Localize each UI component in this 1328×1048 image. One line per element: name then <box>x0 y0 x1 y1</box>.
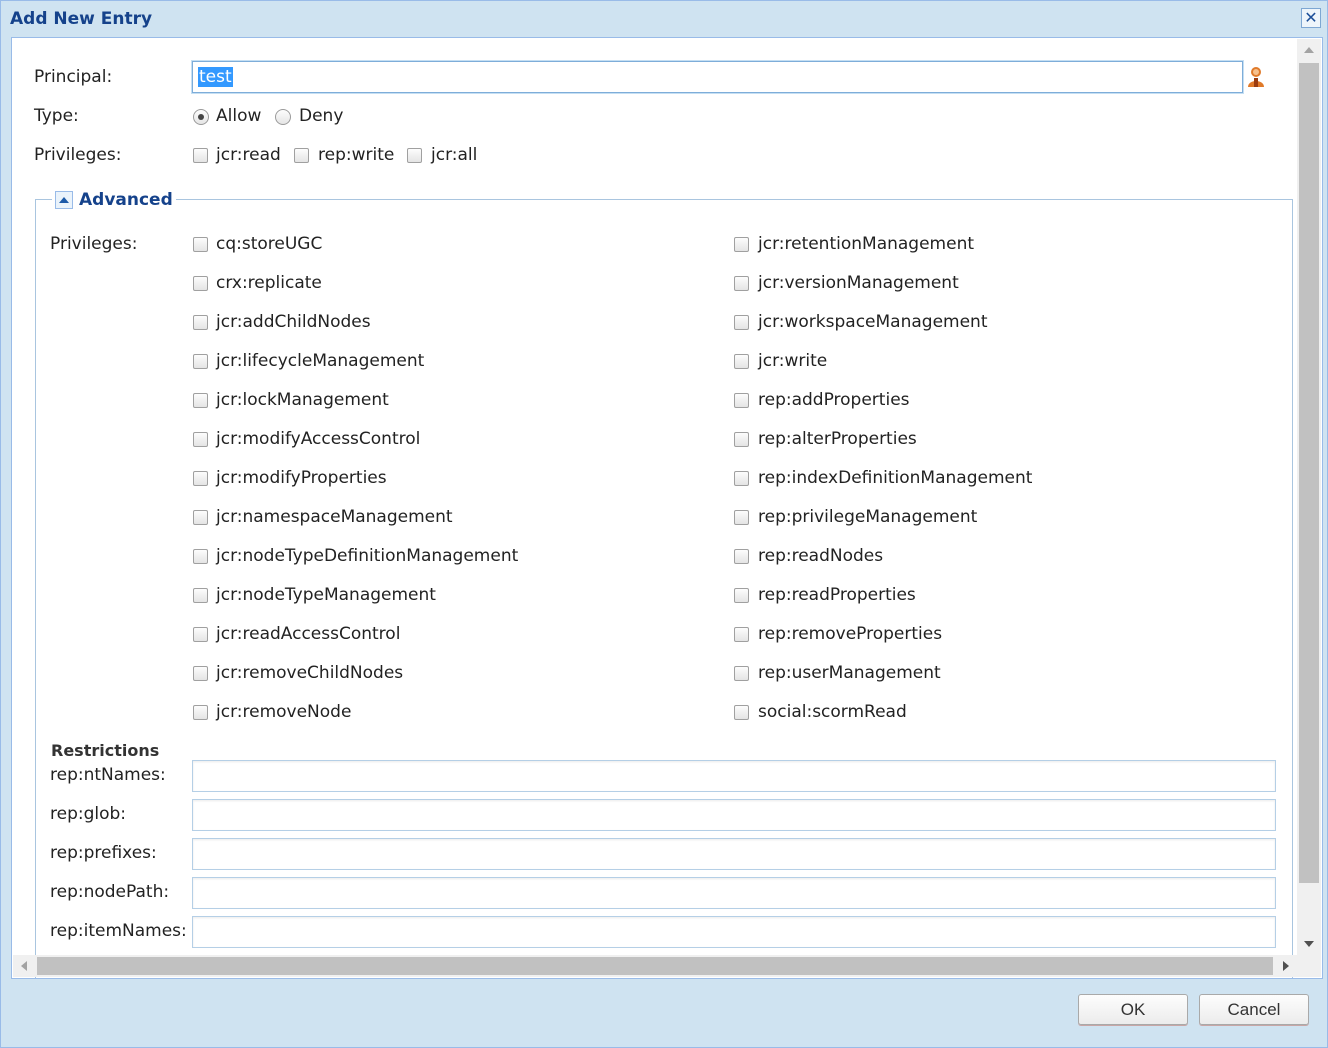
privilege-checkbox[interactable] <box>193 432 208 447</box>
privilege-checkbox[interactable] <box>734 588 749 603</box>
jcr-all-label[interactable]: jcr:all <box>431 145 477 165</box>
advanced-legend: Advanced <box>52 189 176 211</box>
principal-value: test <box>198 67 233 87</box>
privilege-checkbox[interactable] <box>734 510 749 525</box>
deny-label[interactable]: Deny <box>299 106 343 126</box>
dialog-body: Principal: test Type: Allow Deny Privile… <box>11 37 1323 979</box>
glob-input[interactable] <box>192 799 1276 831</box>
ok-button[interactable]: OK <box>1078 994 1188 1025</box>
rep-write-label[interactable]: rep:write <box>318 145 394 165</box>
privilege-label[interactable]: social:scormRead <box>758 702 907 722</box>
dialog-title: Add New Entry <box>10 9 153 29</box>
restrictions-title: Restrictions <box>51 741 160 760</box>
privilege-label[interactable]: rep:alterProperties <box>758 429 917 449</box>
privilege-checkbox[interactable] <box>734 393 749 408</box>
cancel-button[interactable]: Cancel <box>1199 994 1309 1025</box>
privilege-label[interactable]: jcr:retentionManagement <box>758 234 974 254</box>
privilege-checkbox[interactable] <box>734 276 749 291</box>
privilege-label[interactable]: crx:replicate <box>216 273 322 293</box>
vertical-scroll-thumb[interactable] <box>1299 63 1319 883</box>
scroll-right-icon[interactable] <box>1283 961 1289 971</box>
privilege-checkbox[interactable] <box>193 354 208 369</box>
privilege-checkbox[interactable] <box>193 393 208 408</box>
node-path-input[interactable] <box>192 877 1276 909</box>
privilege-label[interactable]: rep:addProperties <box>758 390 910 410</box>
add-entry-dialog: Add New Entry ✕ Principal: test Type: Al… <box>0 0 1328 1048</box>
rep-write-checkbox[interactable] <box>294 148 309 163</box>
privilege-label[interactable]: jcr:lockManagement <box>216 390 389 410</box>
privilege-label[interactable]: jcr:removeChildNodes <box>216 663 403 683</box>
privilege-label[interactable]: jcr:removeNode <box>216 702 351 722</box>
restriction-label: rep:ntNames: <box>50 765 166 785</box>
privilege-checkbox[interactable] <box>193 276 208 291</box>
restriction-label: rep:nodePath: <box>50 882 170 902</box>
privilege-label[interactable]: cq:storeUGC <box>216 234 322 254</box>
deny-radio[interactable] <box>275 109 291 125</box>
restriction-label: rep:glob: <box>50 804 127 824</box>
privileges-label: Privileges: <box>34 145 122 165</box>
nt-names-input[interactable] <box>192 760 1276 792</box>
allow-label[interactable]: Allow <box>216 106 261 126</box>
privilege-checkbox[interactable] <box>193 471 208 486</box>
vertical-scrollbar[interactable] <box>1297 39 1321 955</box>
privilege-checkbox[interactable] <box>193 705 208 720</box>
principal-input[interactable]: test <box>192 61 1243 93</box>
privilege-label[interactable]: jcr:nodeTypeManagement <box>216 585 436 605</box>
privilege-label[interactable]: rep:privilegeManagement <box>758 507 977 527</box>
horizontal-scrollbar[interactable] <box>13 955 1297 977</box>
privilege-checkbox[interactable] <box>734 549 749 564</box>
scroll-left-icon[interactable] <box>21 961 27 971</box>
privilege-checkbox[interactable] <box>734 666 749 681</box>
privilege-checkbox[interactable] <box>193 588 208 603</box>
privilege-checkbox[interactable] <box>734 432 749 447</box>
restriction-label: rep:prefixes: <box>50 843 157 863</box>
privilege-label[interactable]: rep:indexDefinitionManagement <box>758 468 1032 488</box>
privilege-checkbox[interactable] <box>193 666 208 681</box>
principal-label: Principal: <box>34 67 113 87</box>
privilege-label[interactable]: rep:readNodes <box>758 546 883 566</box>
scroll-down-icon[interactable] <box>1304 941 1314 947</box>
prefixes-input[interactable] <box>192 838 1276 870</box>
allow-radio[interactable] <box>193 109 209 125</box>
privilege-label[interactable]: jcr:modifyProperties <box>216 468 387 488</box>
type-label: Type: <box>34 106 79 126</box>
privilege-checkbox[interactable] <box>734 705 749 720</box>
restriction-label: rep:itemNames: <box>50 921 187 941</box>
privilege-checkbox[interactable] <box>734 627 749 642</box>
privilege-checkbox[interactable] <box>734 354 749 369</box>
jcr-read-checkbox[interactable] <box>193 148 208 163</box>
privilege-label[interactable]: jcr:versionManagement <box>758 273 959 293</box>
privilege-checkbox[interactable] <box>193 549 208 564</box>
user-icon[interactable] <box>1246 66 1266 88</box>
privilege-label[interactable]: jcr:lifecycleManagement <box>216 351 424 371</box>
privilege-checkbox[interactable] <box>193 237 208 252</box>
collapse-up-icon[interactable] <box>55 191 73 209</box>
privilege-checkbox[interactable] <box>193 510 208 525</box>
advanced-privileges-label: Privileges: <box>50 234 138 254</box>
horizontal-scroll-thumb[interactable] <box>37 957 1273 975</box>
privilege-label[interactable]: jcr:namespaceManagement <box>216 507 453 527</box>
privilege-label[interactable]: jcr:workspaceManagement <box>758 312 987 332</box>
privilege-label[interactable]: jcr:modifyAccessControl <box>216 429 420 449</box>
privilege-label[interactable]: rep:readProperties <box>758 585 916 605</box>
privilege-label[interactable]: jcr:addChildNodes <box>216 312 371 332</box>
close-icon[interactable]: ✕ <box>1301 8 1321 28</box>
jcr-all-checkbox[interactable] <box>407 148 422 163</box>
dialog-titlebar[interactable]: Add New Entry ✕ <box>1 1 1327 37</box>
scroll-up-icon[interactable] <box>1304 47 1314 53</box>
privilege-label[interactable]: rep:removeProperties <box>758 624 942 644</box>
privilege-checkbox[interactable] <box>193 315 208 330</box>
privilege-label[interactable]: jcr:readAccessControl <box>216 624 400 644</box>
advanced-title: Advanced <box>79 190 173 210</box>
jcr-read-label[interactable]: jcr:read <box>216 145 281 165</box>
privilege-label[interactable]: rep:userManagement <box>758 663 941 683</box>
privilege-label[interactable]: jcr:write <box>758 351 827 371</box>
scroll-corner <box>1297 955 1321 977</box>
item-names-input[interactable] <box>192 916 1276 948</box>
privilege-checkbox[interactable] <box>734 315 749 330</box>
privilege-checkbox[interactable] <box>193 627 208 642</box>
privilege-label[interactable]: jcr:nodeTypeDefinitionManagement <box>216 546 518 566</box>
privilege-checkbox[interactable] <box>734 471 749 486</box>
privilege-checkbox[interactable] <box>734 237 749 252</box>
